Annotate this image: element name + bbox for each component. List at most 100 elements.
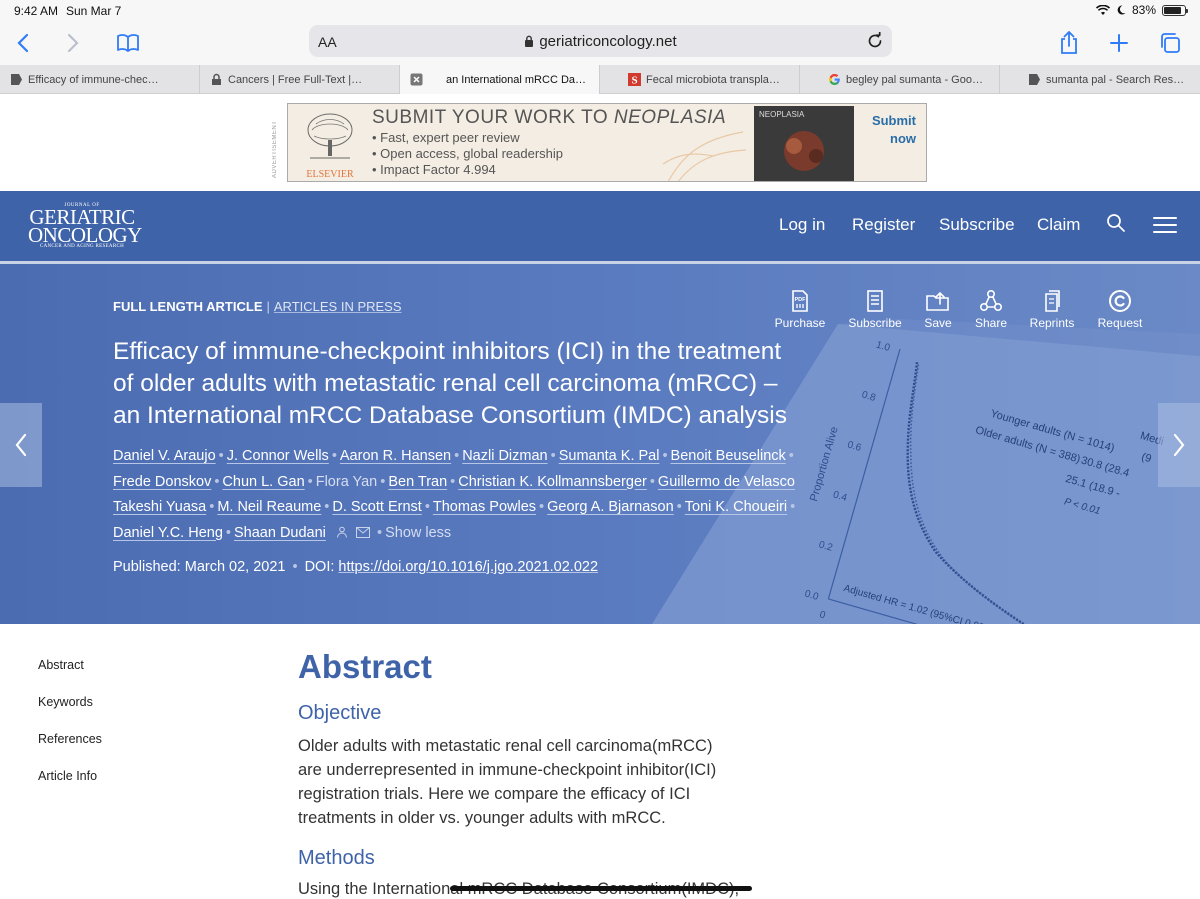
back-button[interactable] [8, 28, 38, 58]
author-link[interactable]: Flora Yan [316, 474, 378, 490]
author-link[interactable]: Chun L. Gan [222, 474, 304, 490]
doi-label: DOI: [304, 559, 335, 575]
next-article-button[interactable] [1158, 403, 1200, 487]
forward-button[interactable] [58, 28, 88, 58]
previous-article-button[interactable] [0, 403, 42, 487]
address-bar[interactable]: AA geriatriconcology.net [309, 25, 892, 57]
folder-save-icon [926, 291, 949, 311]
new-tab-button[interactable] [1104, 28, 1134, 58]
subscribe-action-button[interactable]: Subscribe [846, 286, 904, 330]
action-label: Purchase [774, 316, 826, 330]
tab-3-active[interactable]: an International mRCC Da… [400, 65, 600, 94]
status-right: 83% [1095, 3, 1188, 17]
logo-bottom: CANCER AND AGING RESEARCH [39, 244, 125, 249]
address-url[interactable]: geriatriconcology.net [309, 33, 892, 50]
submit-now-button[interactable]: Submit now [872, 112, 916, 148]
methods-heading: Methods [298, 847, 375, 869]
author-link[interactable]: Daniel V. Araujo [113, 448, 216, 464]
sidebar-item-abstract[interactable]: Abstract [38, 658, 84, 672]
share-button[interactable] [1054, 28, 1084, 58]
person-icon[interactable] [336, 526, 348, 538]
objective-text: Older adults with metastatic renal cell … [298, 737, 717, 827]
tab-4[interactable]: S Fecal microbiota transpla… [600, 65, 800, 94]
action-label: Request [1097, 316, 1143, 330]
objective-heading: Objective [298, 702, 382, 724]
submit-line-1: Submit [871, 113, 916, 128]
battery-percent: 83% [1131, 3, 1156, 17]
elsevier-logo: ELSEVIER [298, 110, 362, 180]
tab-5[interactable]: begley pal sumanta - Goo… [800, 65, 1000, 94]
reload-icon[interactable] [866, 32, 884, 50]
login-link[interactable]: Log in [779, 215, 825, 235]
tab-1[interactable]: Efficacy of immune-chec… [0, 65, 200, 94]
tab-label: Efficacy of immune-chec… [28, 73, 159, 86]
ad-vertical-label: ADVERTISEMENT [272, 120, 278, 178]
s-favicon-icon: S [628, 73, 641, 86]
author-link[interactable]: Benoit Beuselinck [671, 448, 786, 464]
tab-2[interactable]: Cancers | Free Full-Text |… [200, 65, 400, 94]
author-link[interactable]: Aaron R. Hansen [340, 448, 451, 464]
author-link[interactable]: Frede Donskov [113, 474, 211, 490]
battery-icon [1162, 4, 1188, 16]
show-less-button[interactable]: Show less [385, 525, 451, 541]
author-link[interactable]: J. Connor Wells [227, 448, 329, 464]
cover-title: NEOPLASIA [759, 110, 805, 119]
claim-link[interactable]: Claim [1037, 215, 1080, 235]
sidebar-item-keywords[interactable]: Keywords [38, 695, 93, 709]
author-link[interactable]: Nazli Dizman [462, 448, 547, 464]
copyright-icon [1109, 290, 1131, 312]
author-link[interactable]: Takeshi Yuasa [113, 499, 206, 515]
tab-6[interactable]: sumanta pal - Search Res… [1000, 65, 1200, 94]
author-link[interactable]: Daniel Y.C. Heng [113, 525, 223, 541]
author-link[interactable]: D. Scott Ernst [332, 499, 421, 515]
tabs-icon [1161, 33, 1180, 53]
journal-cover-image: NEOPLASIA [754, 106, 854, 181]
author-link[interactable]: Ben Tran [388, 474, 447, 490]
doi-link[interactable]: https://doi.org/10.1016/j.jgo.2021.02.02… [338, 559, 598, 575]
articles-in-press-link[interactable]: ARTICLES IN PRESS [274, 299, 402, 314]
author-link[interactable]: Thomas Powles [433, 499, 536, 515]
share-icon [1061, 31, 1077, 54]
author-link[interactable]: Toni K. Choueiri [685, 499, 787, 515]
submit-line-2: now [890, 131, 916, 146]
tab-label: Cancers | Free Full-Text |… [228, 73, 363, 86]
purchase-button[interactable]: PDF Purchase [772, 286, 828, 330]
reprints-button[interactable]: Reprints [1026, 286, 1078, 330]
register-link[interactable]: Register [852, 215, 915, 235]
email-icon[interactable] [355, 526, 370, 538]
save-button[interactable]: Save [918, 286, 958, 330]
svg-text:S: S [631, 75, 637, 87]
author-link[interactable]: Georg A. Bjarnason [547, 499, 674, 515]
bookmarks-button[interactable] [113, 28, 143, 58]
sidebar-item-references[interactable]: References [38, 732, 102, 746]
action-label: Save [924, 316, 952, 330]
author-row: Daniel V. Araujo • J. Connor Wells • Aaron R… [113, 448, 794, 464]
home-indicator[interactable] [450, 886, 752, 891]
published-date: Published: March 02, 2021 [113, 559, 286, 575]
tab-label: begley pal sumanta - Goo… [846, 73, 983, 86]
author-link[interactable]: Sumanta K. Pal [559, 448, 660, 464]
status-bar: 9:42 AM Sun Mar 7 83% [0, 0, 1200, 22]
author-link[interactable]: Christian K. Kollmannsberger [458, 474, 647, 490]
share-article-button[interactable]: Share [970, 286, 1012, 330]
author-link[interactable]: M. Neil Reaume [217, 499, 321, 515]
search-icon[interactable] [1106, 213, 1126, 233]
author-row: Takeshi Yuasa • M. Neil Reaume • D. Scott Er… [113, 499, 796, 515]
journal-logo[interactable]: JOURNAL OF GERIATRIC ONCOLOGY CANCER AND… [28, 203, 142, 249]
subscribe-link[interactable]: Subscribe [939, 215, 1015, 235]
svg-text:PDF: PDF [795, 297, 807, 303]
close-icon[interactable] [410, 73, 423, 86]
request-permissions-button[interactable]: Request [1094, 286, 1146, 330]
pdf-icon: PDF [792, 290, 808, 312]
neoplasia-ad-banner[interactable]: ELSEVIER SUBMIT YOUR WORK TO NEOPLASIA •… [287, 103, 927, 182]
elsevier-wordmark: ELSEVIER [306, 169, 354, 180]
author-link[interactable]: Shaan Dudani [234, 525, 326, 541]
ad-headline-text: SUBMIT YOUR WORK TO [372, 107, 614, 128]
ad-decoration [662, 131, 747, 181]
author-link[interactable]: Guillermo de Velasco [658, 474, 795, 490]
action-label: Subscribe [848, 316, 902, 330]
tabs-overview-button[interactable] [1155, 28, 1185, 58]
tab-bar: Efficacy of immune-chec… Cancers | Free … [0, 65, 1200, 94]
sidebar-item-article-info[interactable]: Article Info [38, 769, 97, 783]
menu-icon[interactable] [1153, 216, 1177, 234]
